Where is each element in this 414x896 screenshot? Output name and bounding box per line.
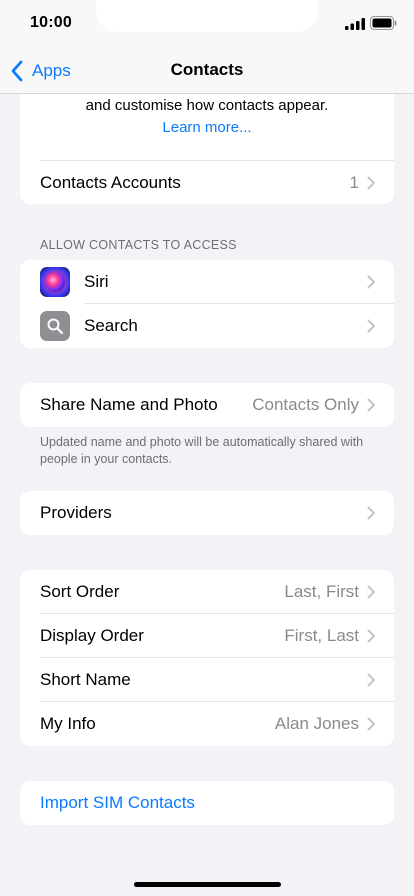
display-order-label: Display Order (40, 626, 144, 645)
chevron-right-icon (367, 275, 375, 289)
chevron-right-icon (367, 629, 375, 643)
sort-order-row[interactable]: Sort Order Last, First (20, 570, 394, 614)
navigation-bar: Apps Contacts (0, 48, 414, 94)
screen: 10:00 Apps Contacts and customise how co… (0, 0, 414, 896)
siri-label: Siri (84, 272, 109, 291)
intro-text: and customise how contacts appear. (85, 97, 329, 114)
search-icon (40, 311, 70, 341)
providers-group: Providers (20, 491, 394, 535)
search-row[interactable]: Search (20, 304, 394, 348)
my-info-value: Alan Jones (274, 714, 359, 733)
status-bar: 10:00 (0, 0, 414, 48)
siri-icon (40, 267, 70, 297)
contacts-intro-group: and customise how contacts appear. Learn… (20, 94, 394, 204)
import-sim-contacts-label: Import SIM Contacts (40, 793, 195, 812)
sort-order-value: Last, First (284, 582, 359, 601)
learn-more-link[interactable]: Learn more... (20, 118, 394, 138)
cellular-signal-icon (345, 18, 365, 30)
display-order-row[interactable]: Display Order First, Last (20, 614, 394, 658)
display-order-value: First, Last (284, 626, 359, 645)
contacts-accounts-count: 1 (349, 173, 359, 192)
battery-icon (370, 16, 397, 30)
providers-row[interactable]: Providers (20, 491, 394, 535)
share-footer-note: Updated name and photo will be automatic… (40, 435, 364, 466)
import-sim-group: Import SIM Contacts (20, 781, 394, 825)
display-options-group: Sort Order Last, First Display Order Fir… (20, 570, 394, 746)
short-name-row[interactable]: Short Name (20, 658, 394, 702)
share-name-photo-value: Contacts Only (252, 395, 359, 414)
siri-row[interactable]: Siri (20, 260, 394, 304)
my-info-label: My Info (40, 714, 96, 733)
page-title: Contacts (170, 60, 244, 79)
status-time: 10:00 (30, 14, 72, 31)
providers-label: Providers (40, 503, 112, 522)
sort-order-label: Sort Order (40, 582, 120, 601)
share-name-photo-group: Share Name and Photo Contacts Only (20, 383, 394, 427)
contacts-accounts-row[interactable]: Contacts Accounts 1 (20, 161, 394, 204)
short-name-label: Short Name (40, 670, 131, 689)
section-header-allow-access: ALLOW CONTACTS TO ACCESS (40, 238, 237, 252)
chevron-right-icon (367, 176, 375, 190)
settings-content[interactable]: and customise how contacts appear. Learn… (0, 94, 414, 896)
notch (96, 0, 318, 32)
home-indicator[interactable] (134, 882, 281, 887)
chevron-right-icon (367, 506, 375, 520)
chevron-right-icon (367, 398, 375, 412)
chevron-right-icon (367, 717, 375, 731)
allow-access-group: Siri Search (20, 260, 394, 348)
import-sim-contacts-button[interactable]: Import SIM Contacts (20, 781, 394, 825)
contacts-accounts-label: Contacts Accounts (40, 173, 181, 192)
chevron-right-icon (367, 585, 375, 599)
search-label: Search (84, 316, 138, 335)
my-info-row[interactable]: My Info Alan Jones (20, 702, 394, 746)
share-name-photo-label: Share Name and Photo (40, 395, 218, 414)
chevron-right-icon (367, 319, 375, 333)
chevron-right-icon (367, 673, 375, 687)
share-name-photo-row[interactable]: Share Name and Photo Contacts Only (20, 383, 394, 427)
